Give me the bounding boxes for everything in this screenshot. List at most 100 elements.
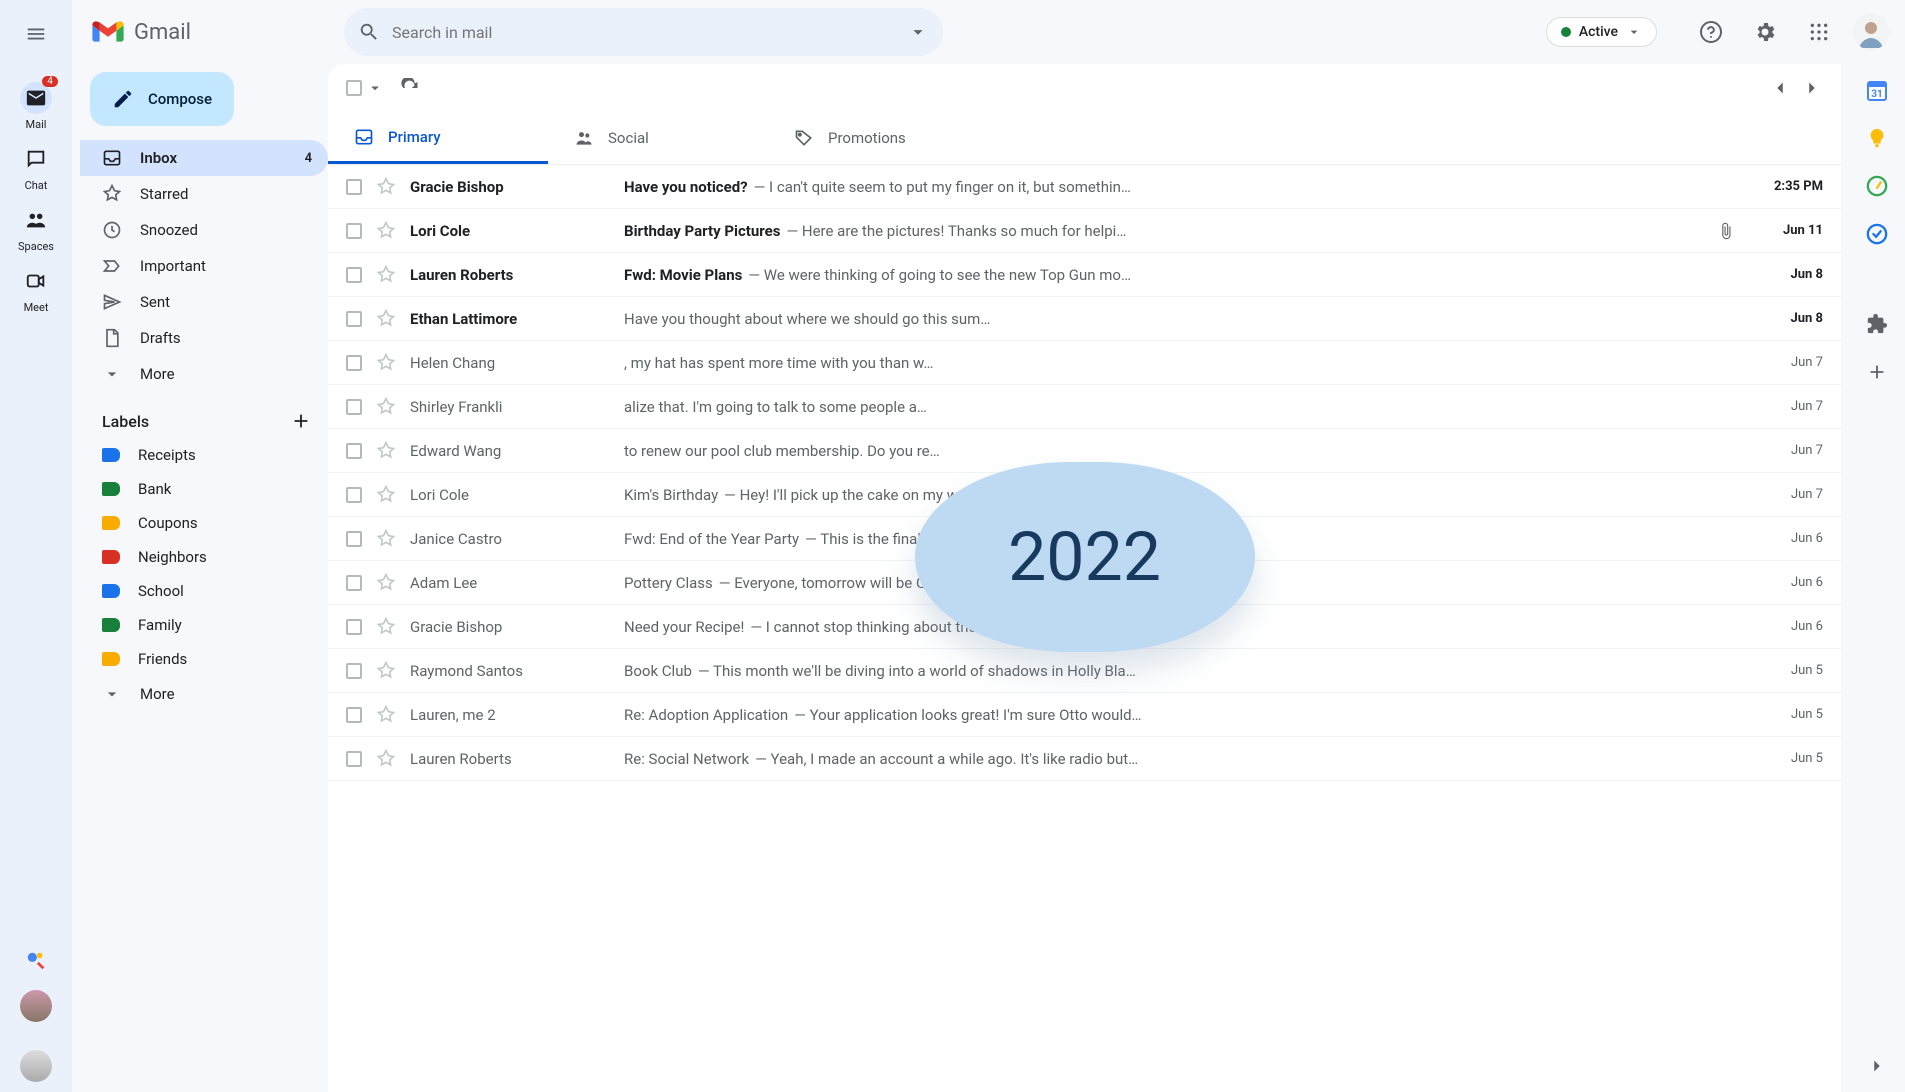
tab-promotions[interactable]: Promotions bbox=[768, 112, 988, 164]
star-icon bbox=[376, 397, 396, 417]
label-color-icon bbox=[102, 448, 120, 462]
menu-icon bbox=[25, 23, 47, 45]
search-bar[interactable] bbox=[344, 8, 943, 56]
nav-sent[interactable]: Sent bbox=[80, 284, 328, 320]
email-row[interactable]: Helen Chang , my hat has spent more time… bbox=[328, 341, 1841, 385]
star-button[interactable] bbox=[376, 441, 396, 461]
email-row[interactable]: Lauren Roberts Fwd: Movie Plans — We wer… bbox=[328, 253, 1841, 297]
label-name: School bbox=[138, 582, 184, 600]
star-button[interactable] bbox=[376, 573, 396, 593]
prev-page-button[interactable] bbox=[1769, 77, 1791, 99]
category-tabs: Primary Social Promotions bbox=[328, 112, 1841, 165]
row-checkbox[interactable] bbox=[346, 707, 362, 723]
get-addons[interactable] bbox=[1865, 360, 1889, 384]
mini-rail-label: Chat bbox=[25, 179, 48, 192]
addons-app[interactable] bbox=[1865, 312, 1889, 336]
row-checkbox[interactable] bbox=[346, 179, 362, 195]
star-button[interactable] bbox=[376, 705, 396, 725]
star-button[interactable] bbox=[376, 397, 396, 417]
subject-snippet: , my hat has spent more time with you th… bbox=[624, 354, 1739, 372]
nav-drafts[interactable]: Drafts bbox=[80, 320, 328, 356]
star-icon bbox=[376, 485, 396, 505]
row-checkbox[interactable] bbox=[346, 751, 362, 767]
presence-avatar-1[interactable] bbox=[20, 990, 52, 1022]
nav-important[interactable]: Important bbox=[80, 248, 328, 284]
nav-inbox[interactable]: Inbox 4 bbox=[80, 140, 328, 176]
tab-social[interactable]: Social bbox=[548, 112, 768, 164]
refresh-button[interactable] bbox=[400, 78, 420, 98]
keep-app[interactable] bbox=[1865, 126, 1889, 150]
presence-avatar-2[interactable] bbox=[20, 1050, 52, 1082]
select-dropdown-icon[interactable] bbox=[366, 79, 384, 97]
menu-button[interactable] bbox=[12, 10, 60, 58]
email-row[interactable]: Shirley Frankli alize that. I'm going to… bbox=[328, 385, 1841, 429]
help-button[interactable] bbox=[1691, 12, 1731, 52]
star-button[interactable] bbox=[376, 749, 396, 769]
snoozed-icon bbox=[102, 220, 122, 240]
contacts-icon[interactable] bbox=[25, 950, 47, 972]
label-coupons[interactable]: Coupons bbox=[80, 506, 328, 540]
row-checkbox[interactable] bbox=[346, 531, 362, 547]
compose-button[interactable]: Compose bbox=[90, 72, 234, 126]
add-label-button[interactable] bbox=[290, 410, 312, 432]
row-checkbox[interactable] bbox=[346, 663, 362, 679]
label-friends[interactable]: Friends bbox=[80, 642, 328, 676]
star-button[interactable] bbox=[376, 485, 396, 505]
label-receipts[interactable]: Receipts bbox=[80, 438, 328, 472]
star-button[interactable] bbox=[376, 221, 396, 241]
star-button[interactable] bbox=[376, 309, 396, 329]
chevron-down-icon bbox=[1626, 24, 1642, 40]
star-button[interactable] bbox=[376, 529, 396, 549]
apps-button[interactable] bbox=[1799, 12, 1839, 52]
email-row[interactable]: Lauren Roberts Re: Social Network — Yeah… bbox=[328, 737, 1841, 781]
label-family[interactable]: Family bbox=[80, 608, 328, 642]
nav-snoozed[interactable]: Snoozed bbox=[80, 212, 328, 248]
calendar-app[interactable]: 31 bbox=[1865, 78, 1889, 102]
star-icon bbox=[376, 705, 396, 725]
email-row[interactable]: Lori Cole Birthday Party Pictures — Here… bbox=[328, 209, 1841, 253]
mini-rail-spaces[interactable]: Spaces bbox=[6, 198, 66, 259]
nav-starred[interactable]: Starred bbox=[80, 176, 328, 212]
next-page-button[interactable] bbox=[1801, 77, 1823, 99]
subject-snippet: Have you thought about where we should g… bbox=[624, 310, 1739, 328]
collapse-side-panel[interactable] bbox=[1865, 1054, 1889, 1078]
row-checkbox[interactable] bbox=[346, 311, 362, 327]
email-row[interactable]: Raymond Santos Book Club — This month we… bbox=[328, 649, 1841, 693]
email-row[interactable]: Gracie Bishop Have you noticed? — I can'… bbox=[328, 165, 1841, 209]
status-chip[interactable]: Active bbox=[1546, 17, 1657, 47]
star-button[interactable] bbox=[376, 353, 396, 373]
row-checkbox[interactable] bbox=[346, 619, 362, 635]
contacts-app[interactable] bbox=[1865, 222, 1889, 246]
logo-area[interactable]: Gmail bbox=[80, 20, 328, 45]
row-checkbox[interactable] bbox=[346, 443, 362, 459]
account-avatar[interactable] bbox=[1853, 14, 1889, 50]
row-checkbox[interactable] bbox=[346, 267, 362, 283]
row-checkbox[interactable] bbox=[346, 223, 362, 239]
mini-rail-chat[interactable]: Chat bbox=[6, 137, 66, 198]
mini-rail-mail[interactable]: Mail 4 bbox=[6, 76, 66, 137]
tasks-app[interactable] bbox=[1865, 174, 1889, 198]
row-checkbox[interactable] bbox=[346, 487, 362, 503]
header: Gmail Active bbox=[72, 0, 1905, 64]
star-button[interactable] bbox=[376, 617, 396, 637]
email-row[interactable]: Ethan Lattimore Have you thought about w… bbox=[328, 297, 1841, 341]
select-all-checkbox[interactable] bbox=[346, 80, 362, 96]
row-checkbox[interactable] bbox=[346, 575, 362, 591]
star-button[interactable] bbox=[376, 661, 396, 681]
row-checkbox[interactable] bbox=[346, 399, 362, 415]
labels-more[interactable]: More bbox=[80, 676, 328, 712]
nav-more[interactable]: More bbox=[80, 356, 328, 392]
star-button[interactable] bbox=[376, 265, 396, 285]
search-options-icon[interactable] bbox=[907, 21, 929, 43]
email-row[interactable]: Lauren, me 2 Re: Adoption Application — … bbox=[328, 693, 1841, 737]
row-checkbox[interactable] bbox=[346, 355, 362, 371]
label-bank[interactable]: Bank bbox=[80, 472, 328, 506]
star-icon bbox=[376, 573, 396, 593]
mini-rail-meet[interactable]: Meet bbox=[6, 259, 66, 320]
star-button[interactable] bbox=[376, 177, 396, 197]
label-school[interactable]: School bbox=[80, 574, 328, 608]
label-neighbors[interactable]: Neighbors bbox=[80, 540, 328, 574]
search-input[interactable] bbox=[392, 23, 895, 42]
settings-button[interactable] bbox=[1745, 12, 1785, 52]
tab-primary[interactable]: Primary bbox=[328, 112, 548, 164]
